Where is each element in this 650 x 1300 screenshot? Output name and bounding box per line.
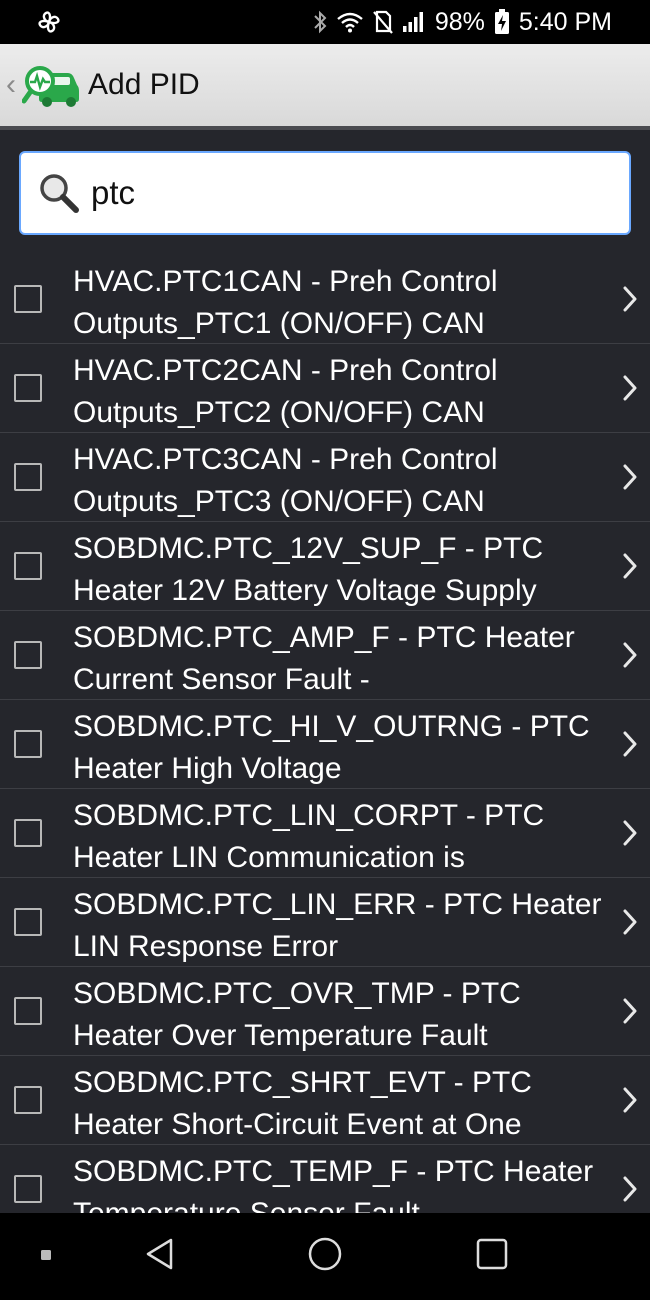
pid-checkbox[interactable] xyxy=(14,730,42,758)
nav-dot-button[interactable] xyxy=(30,1213,62,1300)
pid-list-item[interactable]: HVAC.PTC3CAN - Preh Control Outputs_PTC3… xyxy=(0,433,650,522)
chevron-right-icon[interactable] xyxy=(620,819,640,847)
nav-home-button[interactable] xyxy=(302,1213,348,1300)
nav-recents-button[interactable] xyxy=(470,1213,514,1300)
chevron-right-icon[interactable] xyxy=(620,374,640,402)
pid-label: SOBDMC.PTC_LIN_ERR - PTC Heater LIN Resp… xyxy=(73,888,602,963)
chevron-right-icon[interactable] xyxy=(620,997,640,1025)
dot-icon xyxy=(40,1248,52,1266)
chevron-right-icon[interactable] xyxy=(620,285,640,313)
clock-time: 5:40 PM xyxy=(518,7,612,36)
pid-label: SOBDMC.PTC_SHRT_EVT - PTC Heater Short-C… xyxy=(73,1066,532,1141)
pid-checkbox[interactable] xyxy=(14,908,42,936)
status-bar: 98% 5:40 PM xyxy=(0,0,650,44)
pid-list-item[interactable]: SOBDMC.PTC_OVR_TMP - PTC Heater Over Tem… xyxy=(0,967,650,1056)
search-input[interactable] xyxy=(91,174,591,212)
back-triangle-icon xyxy=(143,1237,177,1276)
chevron-right-icon[interactable] xyxy=(620,552,640,580)
pid-label: SOBDMC.PTC_TEMP_F - PTC Heater Temperatu… xyxy=(73,1155,594,1213)
pid-list-item[interactable]: HVAC.PTC1CAN - Preh Control Outputs_PTC1… xyxy=(0,255,650,344)
pid-checkbox[interactable] xyxy=(14,374,42,402)
app-bar: ‹ Add PID xyxy=(0,44,650,130)
pid-label: SOBDMC.PTC_OVR_TMP - PTC Heater Over Tem… xyxy=(73,977,521,1052)
pid-list: HVAC.PTC1CAN - Preh Control Outputs_PTC1… xyxy=(0,255,650,1213)
signal-icon xyxy=(402,11,426,33)
pid-list-item[interactable]: SOBDMC.PTC_TEMP_F - PTC Heater Temperatu… xyxy=(0,1145,650,1213)
pid-label: SOBDMC.PTC_12V_SUP_F - PTC Heater 12V Ba… xyxy=(73,532,544,607)
back-chevron-icon[interactable]: ‹ xyxy=(6,68,20,102)
pid-checkbox[interactable] xyxy=(14,819,42,847)
search-box[interactable] xyxy=(19,151,631,235)
pid-checkbox[interactable] xyxy=(14,285,42,313)
chevron-right-icon[interactable] xyxy=(620,1175,640,1203)
recents-square-icon xyxy=(475,1237,509,1276)
pid-list-item[interactable]: SOBDMC.PTC_HI_V_OUTRNG - PTC Heater High… xyxy=(0,700,650,789)
pid-checkbox[interactable] xyxy=(14,641,42,669)
pid-list-item[interactable]: SOBDMC.PTC_AMP_F - PTC Heater Current Se… xyxy=(0,611,650,700)
pid-label: SOBDMC.PTC_LIN_CORPT - PTC Heater LIN Co… xyxy=(73,799,545,874)
pid-label: SOBDMC.PTC_AMP_F - PTC Heater Current Se… xyxy=(73,621,575,696)
chevron-right-icon[interactable] xyxy=(620,730,640,758)
pid-checkbox[interactable] xyxy=(14,552,42,580)
home-circle-icon xyxy=(307,1236,343,1277)
pid-list-item[interactable]: SOBDMC.PTC_LIN_ERR - PTC Heater LIN Resp… xyxy=(0,878,650,967)
pid-label: SOBDMC.PTC_HI_V_OUTRNG - PTC Heater High… xyxy=(73,710,590,785)
nav-back-button[interactable] xyxy=(138,1213,182,1300)
pid-checkbox[interactable] xyxy=(14,1086,42,1114)
chevron-right-icon[interactable] xyxy=(620,908,640,936)
bluetooth-icon xyxy=(313,10,327,34)
pid-list-item[interactable]: SOBDMC.PTC_LIN_CORPT - PTC Heater LIN Co… xyxy=(0,789,650,878)
pid-checkbox[interactable] xyxy=(14,463,42,491)
search-icon xyxy=(37,171,81,215)
no-sim-icon xyxy=(373,10,393,34)
battery-charging-icon xyxy=(494,9,510,35)
pid-label: HVAC.PTC3CAN - Preh Control Outputs_PTC3… xyxy=(73,443,498,518)
pid-list-item[interactable]: SOBDMC.PTC_12V_SUP_F - PTC Heater 12V Ba… xyxy=(0,522,650,611)
pid-list-item[interactable]: HVAC.PTC2CAN - Preh Control Outputs_PTC2… xyxy=(0,344,650,433)
wifi-icon xyxy=(336,11,364,33)
chevron-right-icon[interactable] xyxy=(620,1086,640,1114)
fan-icon xyxy=(36,9,62,35)
battery-percent: 98% xyxy=(434,7,485,36)
pid-label: HVAC.PTC2CAN - Preh Control Outputs_PTC2… xyxy=(73,354,498,429)
pid-list-item[interactable]: SOBDMC.PTC_SHRT_EVT - PTC Heater Short-C… xyxy=(0,1056,650,1145)
pid-checkbox[interactable] xyxy=(14,997,42,1025)
navigation-bar xyxy=(0,1213,650,1300)
app-logo-icon[interactable] xyxy=(21,61,80,109)
pid-label: HVAC.PTC1CAN - Preh Control Outputs_PTC1… xyxy=(73,265,498,340)
chevron-right-icon[interactable] xyxy=(620,463,640,491)
pid-checkbox[interactable] xyxy=(14,1175,42,1203)
chevron-right-icon[interactable] xyxy=(620,641,640,669)
page-title: Add PID xyxy=(88,68,200,101)
